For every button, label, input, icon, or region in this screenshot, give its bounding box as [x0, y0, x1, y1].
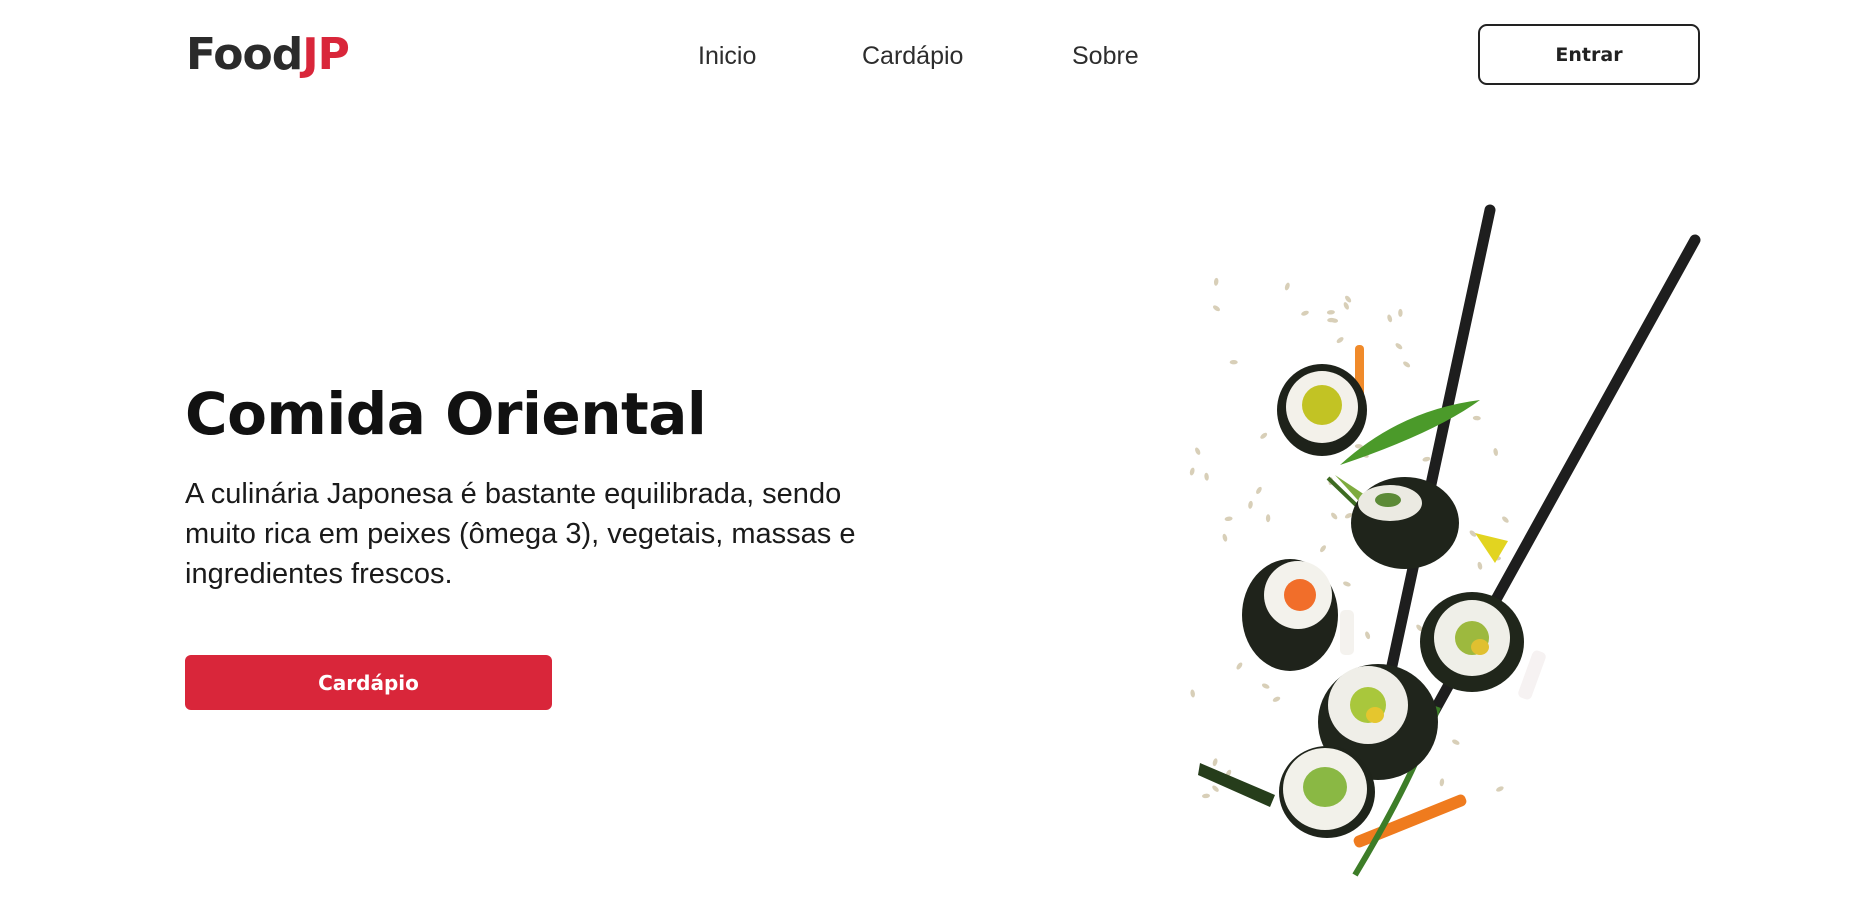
sushi-roll [1420, 592, 1524, 692]
sushi-roll [1351, 477, 1459, 569]
menu-cta-button[interactable]: Cardápio [185, 655, 552, 710]
nav-link-cardapio[interactable]: Cardápio [862, 36, 963, 76]
nav-link-inicio[interactable]: Inicio [698, 36, 756, 76]
sushi-roll [1277, 364, 1367, 456]
sushi-roll [1242, 559, 1338, 671]
sushi-hero-image [1189, 204, 1701, 877]
login-button[interactable]: Entrar [1478, 24, 1700, 85]
sushi-roll [1279, 746, 1375, 838]
hero-title: Comida Oriental [185, 380, 707, 448]
hero-description: A culinária Japonesa é bastante equilibr… [185, 478, 856, 590]
nav-link-sobre[interactable]: Sobre [1072, 36, 1139, 76]
